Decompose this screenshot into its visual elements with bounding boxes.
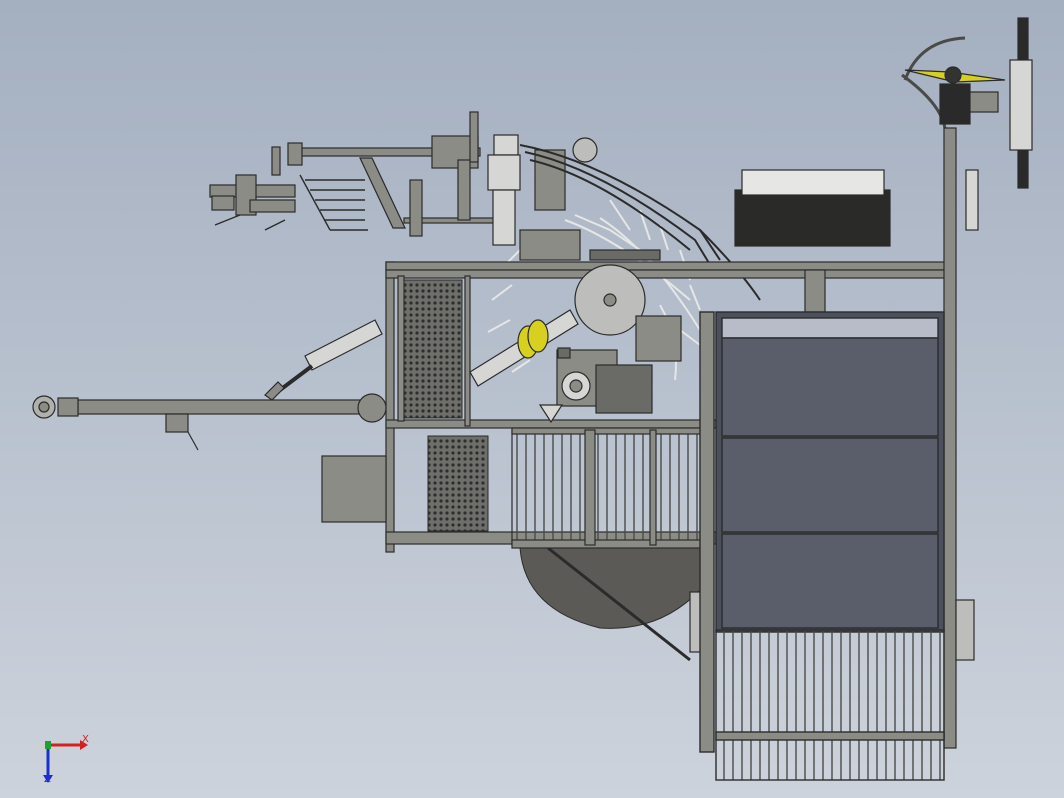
drawbar (32, 393, 387, 523)
machine-assembly-model[interactable] (0, 0, 1064, 798)
z-axis-label: Z (44, 774, 51, 785)
comb-assembly (511, 427, 713, 549)
mesh-screen-lower (427, 435, 489, 532)
cad-graphics-viewport[interactable]: X Z (0, 0, 1064, 798)
conveyor-panel (699, 311, 945, 781)
x-axis-label: X (82, 734, 89, 745)
roller-box (734, 169, 891, 313)
mesh-screen-upper (403, 279, 463, 419)
fan-drive (901, 17, 1033, 189)
coordinate-triad (36, 740, 88, 783)
reel-disk (519, 546, 701, 662)
gearbox (538, 264, 682, 424)
hydraulic-cylinder-left (264, 319, 383, 401)
upper-arm-linkage (209, 111, 515, 237)
